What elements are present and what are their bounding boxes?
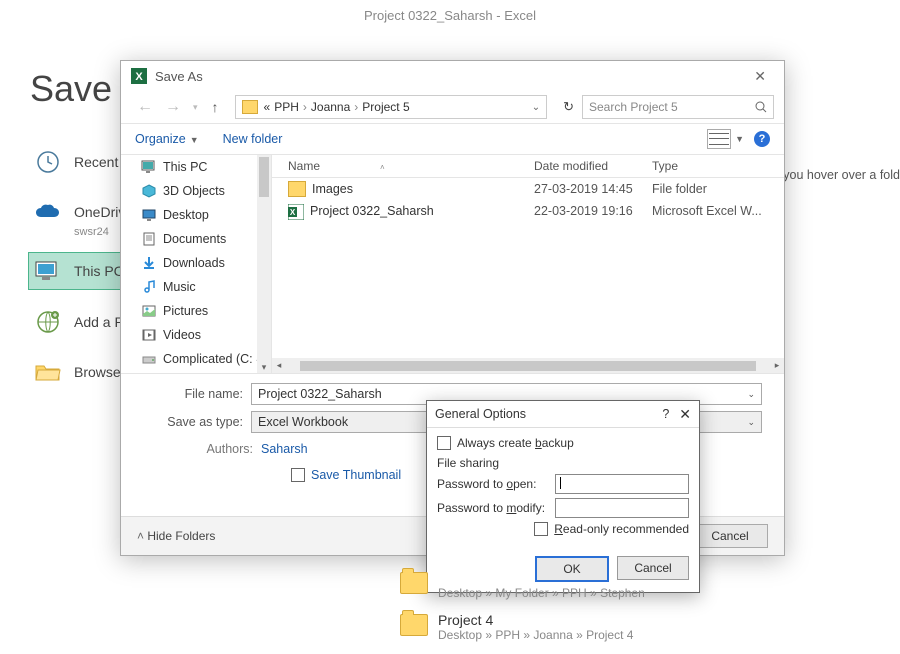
tree-videos[interactable]: Videos bbox=[121, 323, 271, 347]
tree-music[interactable]: Music bbox=[121, 275, 271, 299]
file-row[interactable]: XProject 0322_Saharsh 22-03-2019 19:16 M… bbox=[272, 200, 784, 222]
nav-browse-label: Browse bbox=[74, 364, 121, 380]
tree-documents[interactable]: Documents bbox=[121, 227, 271, 251]
nav-up-button[interactable]: ↑ bbox=[204, 99, 227, 115]
breadcrumb-part[interactable]: PPH bbox=[274, 100, 299, 114]
address-bar[interactable]: « PPH › Joanna › Project 5 ⌄ bbox=[235, 95, 548, 119]
password-modify-label: Password to modify: bbox=[437, 501, 555, 515]
picture-icon bbox=[141, 303, 157, 319]
desktop-icon bbox=[141, 207, 157, 223]
chevron-right-icon: › bbox=[354, 100, 358, 114]
file-hscrollbar[interactable]: ◂▸ bbox=[272, 358, 784, 373]
breadcrumb-part[interactable]: Project 5 bbox=[362, 100, 409, 114]
nav-forward-button[interactable]: → bbox=[159, 98, 187, 116]
app-title: Project 0322_Saharsh - Excel bbox=[0, 8, 900, 23]
checkbox-icon bbox=[534, 522, 548, 536]
cancel-button[interactable]: Cancel bbox=[692, 524, 768, 548]
new-folder-button[interactable]: New folder bbox=[223, 132, 283, 146]
breadcrumb-part[interactable]: Joanna bbox=[311, 100, 350, 114]
hide-folders-button[interactable]: Hide Folders bbox=[137, 529, 215, 543]
dialog-title: Save As bbox=[155, 69, 746, 84]
password-open-input[interactable] bbox=[555, 474, 689, 494]
svg-text:X: X bbox=[135, 71, 143, 83]
recent-projects: Stephen Desktop » My Folder » PPH » Step… bbox=[400, 570, 645, 654]
hover-hint-text: you hover over a fold bbox=[783, 168, 900, 182]
view-options-button[interactable] bbox=[707, 129, 731, 149]
tree-downloads[interactable]: Downloads bbox=[121, 251, 271, 275]
close-button[interactable]: ✕ bbox=[746, 64, 774, 89]
refresh-button[interactable]: ↻ bbox=[555, 99, 582, 115]
tree-pictures[interactable]: Pictures bbox=[121, 299, 271, 323]
sort-caret-icon: ˄ bbox=[380, 163, 385, 172]
tree-desktop[interactable]: Desktop bbox=[121, 203, 271, 227]
address-dropdown[interactable]: ⌄ bbox=[532, 102, 540, 113]
folder-open-icon bbox=[34, 358, 62, 386]
search-input[interactable]: Search Project 5 bbox=[582, 95, 774, 119]
folder-icon bbox=[400, 572, 428, 594]
folder-icon bbox=[288, 181, 306, 197]
help-button[interactable]: ? bbox=[754, 131, 770, 147]
folder-tree[interactable]: This PC 3D Objects Desktop Documents Dow… bbox=[121, 155, 272, 373]
always-backup-checkbox[interactable]: Always create backup bbox=[437, 436, 689, 450]
drive-icon bbox=[141, 351, 157, 367]
excel-file-icon: X bbox=[288, 204, 304, 218]
read-only-checkbox[interactable]: Read-only recommended bbox=[437, 522, 689, 536]
nav-history-dropdown[interactable]: ▾ bbox=[187, 102, 204, 113]
file-row[interactable]: Images 27-03-2019 14:45 File folder bbox=[272, 178, 784, 200]
checkbox-icon bbox=[437, 436, 451, 450]
excel-icon: X bbox=[131, 68, 147, 84]
tree-this-pc[interactable]: This PC bbox=[121, 155, 271, 179]
recent-path: Desktop » My Folder » PPH » Stephen bbox=[438, 586, 645, 600]
save-type-label: Save as type: bbox=[143, 415, 243, 429]
help-button[interactable]: ? bbox=[662, 407, 669, 421]
search-placeholder: Search Project 5 bbox=[589, 100, 755, 114]
folder-icon bbox=[242, 100, 258, 114]
authors-value[interactable]: Saharsh bbox=[261, 442, 308, 456]
search-icon bbox=[755, 101, 767, 113]
sub-dialog-title: General Options bbox=[435, 407, 662, 421]
general-options-dialog: General Options ? ✕ Always create backup… bbox=[426, 400, 700, 593]
recent-name: Project 4 bbox=[438, 612, 633, 628]
svg-text:X: X bbox=[290, 208, 296, 217]
file-sharing-label: File sharing bbox=[437, 456, 689, 470]
tree-drive-c[interactable]: Complicated (C:⌄ bbox=[121, 347, 271, 371]
recent-item[interactable]: Project 4 Desktop » PPH » Joanna » Proje… bbox=[400, 612, 645, 642]
tree-scrollbar[interactable]: ▴▾ bbox=[257, 155, 271, 373]
password-open-label: Password to open: bbox=[437, 477, 555, 491]
column-type[interactable]: Type bbox=[652, 159, 784, 173]
music-icon bbox=[141, 279, 157, 295]
column-date[interactable]: Date modified bbox=[534, 159, 652, 173]
file-list: Name˄ Date modified Type Images 27-03-20… bbox=[272, 155, 784, 373]
authors-label: Authors: bbox=[143, 442, 253, 456]
cloud-icon bbox=[34, 198, 62, 226]
breadcrumb-prefix: « bbox=[264, 100, 271, 114]
recent-item[interactable]: Stephen Desktop » My Folder » PPH » Step… bbox=[400, 570, 645, 600]
cube-icon bbox=[141, 183, 157, 199]
recent-path: Desktop » PPH » Joanna » Project 4 bbox=[438, 628, 633, 642]
close-button[interactable]: ✕ bbox=[679, 406, 691, 423]
nav-recent-label: Recent bbox=[74, 154, 118, 170]
password-modify-input[interactable] bbox=[555, 498, 689, 518]
checkbox-icon bbox=[291, 468, 305, 482]
video-icon bbox=[141, 327, 157, 343]
chevron-right-icon: › bbox=[303, 100, 307, 114]
download-icon bbox=[141, 255, 157, 271]
column-name[interactable]: Name˄ bbox=[272, 159, 534, 173]
pc-icon bbox=[34, 257, 62, 285]
file-name-label: File name: bbox=[143, 387, 243, 401]
tree-3d-objects[interactable]: 3D Objects bbox=[121, 179, 271, 203]
document-icon bbox=[141, 231, 157, 247]
globe-plus-icon bbox=[34, 308, 62, 336]
folder-icon bbox=[400, 614, 428, 636]
pc-icon bbox=[141, 159, 157, 175]
organize-button[interactable]: Organize▼ bbox=[135, 132, 199, 146]
nav-this-pc-label: This PC bbox=[74, 263, 124, 279]
view-dropdown[interactable]: ▼ bbox=[735, 134, 744, 144]
clock-icon bbox=[34, 148, 62, 176]
nav-back-button[interactable]: ← bbox=[131, 98, 159, 116]
